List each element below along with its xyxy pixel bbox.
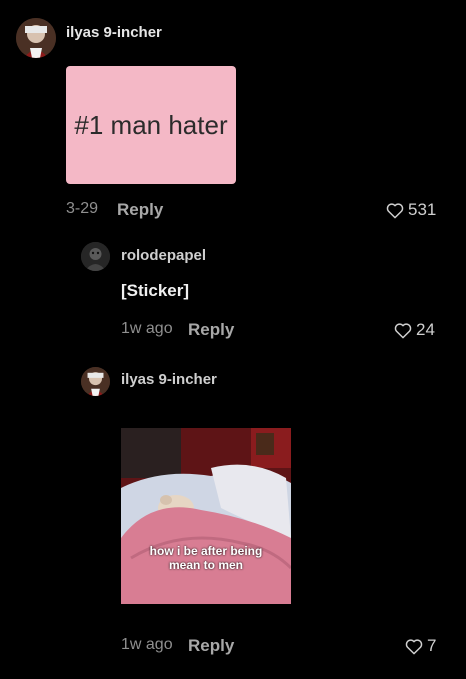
- reply-timestamp: 1w ago: [121, 636, 173, 653]
- reply-button[interactable]: Reply: [188, 320, 234, 340]
- comment-username[interactable]: ilyas 9-incher: [66, 24, 162, 41]
- avatar[interactable]: [81, 242, 110, 271]
- avatar[interactable]: [81, 367, 110, 396]
- like-count: 7: [427, 636, 437, 655]
- avatar-image: [81, 367, 110, 396]
- like-count: 531: [408, 200, 437, 219]
- like-button[interactable]: 531: [386, 200, 436, 220]
- comment-timestamp: 3-29: [66, 200, 99, 217]
- reply-button[interactable]: Reply: [117, 200, 163, 220]
- like-button[interactable]: 7: [405, 636, 436, 656]
- dog-in-bed-image: [121, 428, 291, 604]
- like-count: 24: [416, 320, 435, 339]
- reply-username[interactable]: rolodepapel: [121, 247, 206, 264]
- avatar-image: [81, 242, 110, 271]
- heart-outline-icon: [405, 638, 423, 654]
- gif-attachment[interactable]: how i be after being mean to men: [121, 428, 291, 604]
- gif-caption: how i be after being mean to men: [149, 544, 263, 572]
- man-hater-sticker: #1 man hater: [66, 66, 236, 184]
- reply-username[interactable]: ilyas 9-incher: [121, 371, 217, 388]
- sticker-text: #1 man hater: [74, 109, 228, 140]
- avatar-image: [16, 18, 56, 58]
- reply-timestamp: 1w ago: [121, 320, 173, 337]
- like-button[interactable]: 24: [394, 320, 435, 340]
- heart-outline-icon: [386, 202, 404, 218]
- reply-sticker-text: [Sticker]: [121, 281, 190, 300]
- avatar[interactable]: [16, 18, 56, 58]
- reply-button[interactable]: Reply: [188, 636, 234, 656]
- heart-outline-icon: [394, 322, 412, 338]
